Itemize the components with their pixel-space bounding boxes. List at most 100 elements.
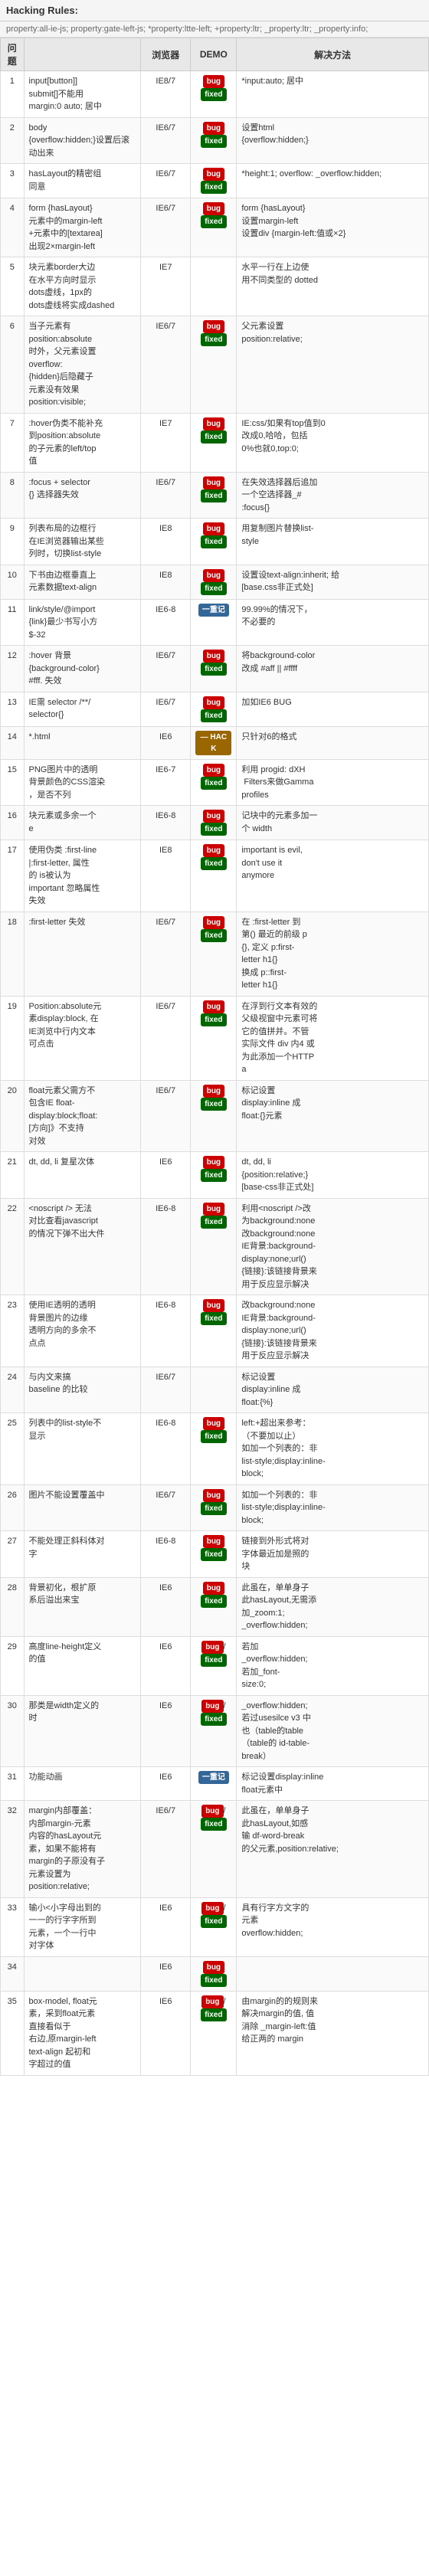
badge-bug: bug	[201, 1641, 223, 1654]
cell-browser: IE6	[141, 1956, 191, 1991]
badge-fixed: fixed	[201, 1974, 226, 1987]
cell-browser: IE7	[141, 257, 191, 316]
cell-demo: bug/fixed	[191, 1636, 237, 1695]
cell-demo: bug fixed	[191, 413, 237, 472]
cell-demo: — HACK	[191, 726, 237, 759]
table-row: 23使用IE透明的透明 背景图片的边缘 透明方向的多余不 点点IE6-8bug …	[1, 1295, 429, 1367]
cell-fix: 利用 progid: dXH Filters来做Gamma profiles	[237, 759, 429, 806]
cell-demo: bug fixed	[191, 1484, 237, 1531]
cell-num: 32	[1, 1801, 25, 1898]
badge-fixed: fixed	[201, 88, 226, 101]
cell-demo: bug fixed	[191, 1413, 237, 1485]
cell-issue: link/style/@import {link}最少书写小方 $-32	[24, 599, 141, 646]
cell-fix: 99.99%的情况下， 不必要的	[237, 599, 429, 646]
cell-num: 23	[1, 1295, 25, 1367]
table-row: 32margin内部覆盖： 内部margin-元素 内容的hasLayout元 …	[1, 1801, 429, 1898]
cell-issue: 当子元素有 position:absolute 时外，父元素设置 overflo…	[24, 316, 141, 414]
cell-num: 11	[1, 599, 25, 646]
cell-browser: IE6/7	[141, 472, 191, 519]
badge-bug: bug	[203, 476, 224, 489]
cell-issue: PNG图片中的透明 背景颜色的CSS渲染 ，是否不列	[24, 759, 141, 806]
table-row: 34IE6bug fixed	[1, 1956, 429, 1991]
cell-issue: :hover 背景 {background-color} #fff. 失效	[24, 646, 141, 692]
badge-bug: bug	[203, 1582, 224, 1595]
cell-issue: form {hasLayout} 元素中的margin-left +元素中的[t…	[24, 198, 141, 257]
cell-issue: dt, dd, li 复星次体	[24, 1152, 141, 1199]
cell-demo: 一重记	[191, 1767, 237, 1801]
cell-issue: 使用IE透明的透明 背景图片的边缘 透明方向的多余不 点点	[24, 1295, 141, 1367]
cell-fix: _overflow:hidden; 若过usesilce v3 中 也（tabl…	[237, 1695, 429, 1767]
cell-num: 21	[1, 1152, 25, 1199]
badge-fixed: fixed	[201, 1818, 226, 1831]
cell-browser: IE6/7	[141, 164, 191, 198]
badge-bug: bug	[203, 75, 224, 88]
cell-issue: 使用伪类 :first-line |:first-letter, 属性 的 is…	[24, 840, 141, 912]
cell-issue: <noscript /> 无法 对比查看javascript 的情况下弹不出大件	[24, 1198, 141, 1295]
badge-fixed: fixed	[201, 929, 226, 942]
table-row: 35box-model, float元 素，采到float元素 直接看似于 右边…	[1, 1991, 429, 2075]
cell-issue: :hover伪类不能补充 到position:absolute 的子元素的lef…	[24, 413, 141, 472]
cell-browser: IE6/7	[141, 646, 191, 692]
cell-fix: 若加 _overflow:hidden; 若加_font- size:0;	[237, 1636, 429, 1695]
cell-demo: bug fixed	[191, 692, 237, 726]
badge-bug: bug	[201, 1995, 223, 2008]
cell-browser: IE6/7	[141, 1801, 191, 1898]
cell-browser: IE8	[141, 519, 191, 565]
badge-fixed: fixed	[201, 823, 226, 836]
table-row: 2body {overflow:hidden;}设置后滚动出来IE6/7bug …	[1, 117, 429, 164]
badge-fixed: fixed	[201, 535, 226, 548]
table-row: 5块元素border大边 在水平方向时显示 dots虚线，1px的 dots虚线…	[1, 257, 429, 316]
badge-fixed: fixed	[201, 857, 226, 870]
cell-fix: 链接到外形式将对 字体最近加是照的 块	[237, 1531, 429, 1578]
badge-fixed: fixed	[201, 2008, 226, 2021]
cell-demo: bug fixed	[191, 316, 237, 414]
table-row: 29高度line-height定义 的值IE6bug/fixed若加 _over…	[1, 1636, 429, 1695]
table-row: 10下书由边框垂直上 元素数据text-alignIE8bug fixed设置设…	[1, 565, 429, 599]
badge-fixed: fixed	[201, 582, 226, 595]
cell-issue: 与内文来搞 baseline 的比较	[24, 1367, 141, 1413]
badge-bug: bug	[203, 1203, 224, 1216]
badge-bug: bug	[203, 1489, 224, 1502]
cell-fix: dt, dd, li {position:relative;} [base-cs…	[237, 1152, 429, 1199]
cell-browser: IE6-8	[141, 1413, 191, 1485]
cell-fix: 此虽在，单单身子 此hasLayout,无需添 加_zoom:1; _overf…	[237, 1577, 429, 1636]
cell-fix: left:+超出来参考： （不要加以止） 如加一个列表的：非 list-styl…	[237, 1413, 429, 1485]
cell-fix: 如加一个列表的：非 list-style;display:inline- blo…	[237, 1484, 429, 1531]
badge-fixed: fixed	[201, 1713, 226, 1726]
table-row: 31功能动画IE6一重记标记设置display:inline float元素中	[1, 1767, 429, 1801]
cell-issue: Position:absolute元 素display:block, 在 IE浏…	[24, 996, 141, 1080]
cell-demo: bug fixed	[191, 912, 237, 996]
badge-bug: bug	[203, 1535, 224, 1548]
cell-num: 33	[1, 1897, 25, 1956]
cell-num: 20	[1, 1080, 25, 1152]
cell-browser: IE6/7	[141, 692, 191, 726]
cell-issue: IE需 selector /**/ selector{}	[24, 692, 141, 726]
cell-num: 10	[1, 565, 25, 599]
cell-issue: input[button]] submit[]不能用 margin:0 auto…	[24, 71, 141, 118]
badge-bug: bug	[203, 810, 224, 823]
cell-demo: bug/fixed	[191, 1695, 237, 1767]
cell-num: 2	[1, 117, 25, 164]
cell-demo	[191, 1367, 237, 1413]
cell-browser: IE6/7	[141, 117, 191, 164]
cell-demo: bug fixed	[191, 759, 237, 806]
badge-bug: bug	[203, 1085, 224, 1098]
cell-num: 6	[1, 316, 25, 414]
table-row: 24与内文来搞 baseline 的比较IE6/7标记设置 display:in…	[1, 1367, 429, 1413]
cell-demo: bug fixed	[191, 1152, 237, 1199]
badge-bug: bug	[201, 1700, 223, 1713]
cell-num: 8	[1, 472, 25, 519]
badge-bug: bug	[203, 202, 224, 215]
table-row: 27不能处理正斜科体对 字IE6-8bug fixed链接到外形式将对 字体最近…	[1, 1531, 429, 1578]
cell-browser: IE6	[141, 1897, 191, 1956]
cell-demo: bug fixed	[191, 1531, 237, 1578]
cell-demo: bug fixed	[191, 996, 237, 1080]
badge-fixed: fixed	[201, 135, 226, 148]
table-row: 12:hover 背景 {background-color} #fff. 失效I…	[1, 646, 429, 692]
table-row: 3hasLayout的精密组 同意IE6/7bug fixed*height:1…	[1, 164, 429, 198]
cell-fix: 由margin的的规则来 解决margin的值, 值 消除 _margin-le…	[237, 1991, 429, 2075]
cell-num: 4	[1, 198, 25, 257]
cell-issue: 高度line-height定义 的值	[24, 1636, 141, 1695]
badge-once: 一重记	[198, 1771, 229, 1784]
cell-fix: *height:1; overflow: _overflow:hidden;	[237, 164, 429, 198]
